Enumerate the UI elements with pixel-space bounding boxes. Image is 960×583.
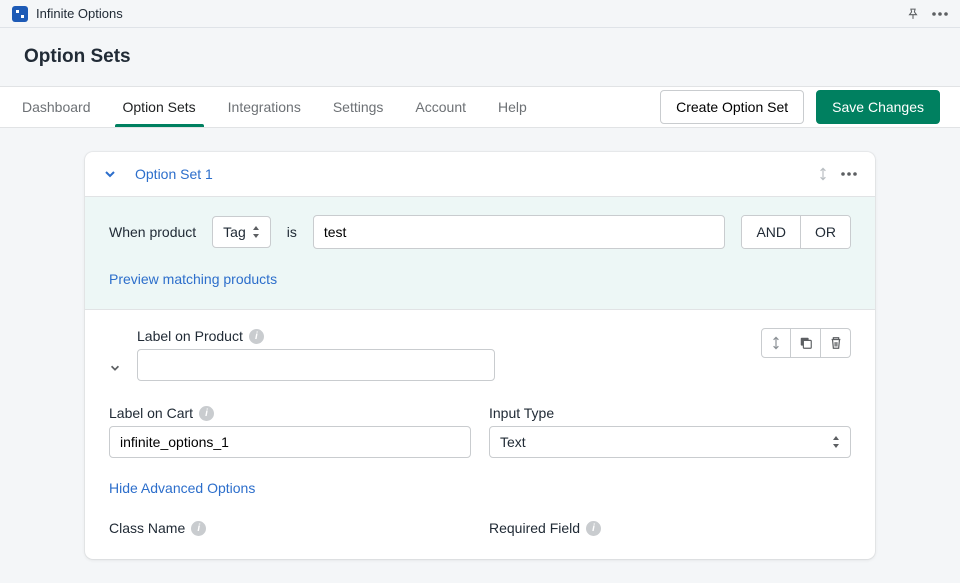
more-icon[interactable] (932, 12, 948, 16)
tab-integrations[interactable]: Integrations (226, 88, 303, 126)
delete-icon[interactable] (821, 328, 851, 358)
info-icon[interactable]: i (586, 521, 601, 536)
field-collapse-icon[interactable] (109, 362, 121, 381)
app-title: Infinite Options (36, 6, 123, 21)
label-cart-input[interactable] (109, 426, 471, 458)
input-type-value: Text (500, 434, 526, 450)
save-changes-button[interactable]: Save Changes (816, 90, 940, 124)
page-title: Option Sets (24, 46, 936, 68)
input-type-label: Input Type (489, 405, 851, 421)
collapse-icon[interactable] (103, 167, 117, 181)
set-more-icon[interactable] (841, 172, 857, 176)
input-type-select[interactable]: Text (489, 426, 851, 458)
tab-account[interactable]: Account (413, 88, 468, 126)
info-icon[interactable]: i (249, 329, 264, 344)
nav-tabs: Dashboard Option Sets Integrations Setti… (20, 88, 529, 126)
rule-prefix-label: When product (109, 224, 196, 240)
rule-section: When product Tag is AND OR Preview match… (85, 196, 875, 309)
label-product-input[interactable] (137, 349, 495, 381)
option-set-header: Option Set 1 (85, 152, 875, 196)
rule-field-select[interactable]: Tag (212, 216, 271, 248)
topbar: Infinite Options (0, 0, 960, 28)
rule-logic-group: AND OR (741, 215, 851, 249)
tab-option-sets[interactable]: Option Sets (121, 88, 198, 126)
preview-matching-link[interactable]: Preview matching products (109, 271, 277, 287)
tab-settings[interactable]: Settings (331, 88, 386, 126)
tab-dashboard[interactable]: Dashboard (20, 88, 93, 126)
drag-handle-icon[interactable] (817, 166, 829, 182)
or-button[interactable]: OR (801, 216, 850, 248)
rule-field-value: Tag (223, 224, 246, 240)
app-logo-icon (12, 6, 28, 22)
rule-value-input[interactable] (313, 215, 726, 249)
field-drag-icon[interactable] (761, 328, 791, 358)
option-set-title[interactable]: Option Set 1 (135, 166, 213, 182)
info-icon[interactable]: i (199, 406, 214, 421)
page-header: Option Sets (0, 28, 960, 86)
nav-row: Dashboard Option Sets Integrations Setti… (0, 86, 960, 128)
info-icon[interactable]: i (191, 521, 206, 536)
pin-icon[interactable] (906, 7, 920, 21)
create-option-set-button[interactable]: Create Option Set (660, 90, 804, 124)
option-set-card: Option Set 1 When product Tag is (85, 152, 875, 559)
fields-section: Label on Product i (85, 309, 875, 559)
tab-help[interactable]: Help (496, 88, 529, 126)
and-button[interactable]: AND (742, 216, 801, 248)
label-product-label: Label on Product i (137, 328, 753, 344)
label-cart-label: Label on Cart i (109, 405, 471, 421)
rule-mid-label: is (287, 224, 297, 240)
advanced-options-link[interactable]: Hide Advanced Options (109, 480, 255, 496)
duplicate-icon[interactable] (791, 328, 821, 358)
